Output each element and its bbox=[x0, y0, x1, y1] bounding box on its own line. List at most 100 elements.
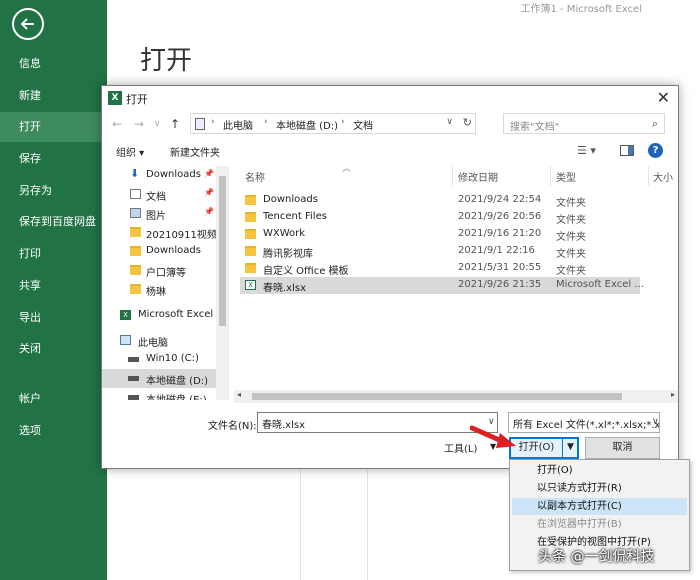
new-folder-button[interactable]: 新建文件夹 bbox=[170, 144, 220, 159]
excel-icon: X bbox=[120, 310, 131, 320]
tree-item-label: Downloads bbox=[146, 245, 201, 256]
menu-item-open[interactable]: 打开(O) bbox=[512, 462, 687, 479]
tree-item-drive-c[interactable]: Win10 (C:) bbox=[102, 350, 216, 369]
help-icon[interactable]: ? bbox=[648, 143, 663, 158]
annotation-arrow-icon bbox=[470, 425, 516, 448]
chevron-down-icon[interactable]: ∨ bbox=[154, 119, 161, 129]
scrollbar-thumb[interactable] bbox=[219, 176, 226, 326]
nav-save-to-baidu[interactable]: 保存到百度网盘 bbox=[0, 207, 107, 237]
file-date: 2021/9/26 21:35 bbox=[458, 279, 542, 290]
chevron-right-icon[interactable]: › bbox=[264, 117, 268, 127]
folder-icon bbox=[245, 195, 256, 205]
nav-save[interactable]: 保存 bbox=[0, 144, 107, 174]
file-row[interactable]: WXWork 2021/9/16 21:20 文件夹 bbox=[240, 226, 640, 243]
file-row[interactable]: X 春晓.xlsx 2021/9/26 21:35 Microsoft Exce… bbox=[240, 277, 644, 294]
tree-item-label: 户口簿等 bbox=[146, 268, 186, 279]
column-header-size[interactable]: 大小 bbox=[653, 169, 673, 184]
tree-item-pictures[interactable]: 图片 📌 bbox=[102, 204, 216, 223]
file-row[interactable]: Downloads 2021/9/24 22:54 文件夹 bbox=[240, 192, 640, 209]
menu-item-open-as-copy[interactable]: 以副本方式打开(C) bbox=[512, 498, 687, 515]
tree-item-drive-d[interactable]: 本地磁盘 (D:) bbox=[102, 369, 216, 388]
open-dialog: X 打开 ✕ ← → ∨ ↑ › 此电脑 › 本地磁盘 (D:) › 文档 ∨ … bbox=[101, 85, 679, 469]
chevron-down-icon[interactable]: ∨ bbox=[446, 117, 453, 127]
filename-input[interactable]: 春晓.xlsx bbox=[257, 412, 498, 433]
tree-item-label: 杨琳 bbox=[146, 287, 166, 298]
tree-item-downloads[interactable]: ⬇ Downloads 📌 bbox=[102, 166, 216, 185]
tree-item-label: Downloads bbox=[146, 169, 201, 180]
forward-arrow-icon[interactable]: → bbox=[134, 117, 144, 131]
column-divider[interactable] bbox=[550, 166, 551, 186]
dialog-titlebar[interactable]: X 打开 ✕ bbox=[102, 86, 678, 110]
open-button[interactable]: 打开(O) bbox=[511, 439, 563, 457]
breadcrumb-drive-d[interactable]: 本地磁盘 (D:) bbox=[276, 117, 338, 132]
breadcrumb-this-pc[interactable]: 此电脑 bbox=[223, 117, 253, 132]
file-row[interactable]: Tencent Files 2021/9/26 20:56 文件夹 bbox=[240, 209, 640, 226]
tree-item-downloads-folder[interactable]: Downloads bbox=[102, 242, 216, 261]
caret-down-icon[interactable]: ▼ bbox=[564, 439, 577, 457]
up-arrow-icon[interactable]: ↑ bbox=[170, 117, 180, 131]
column-divider[interactable] bbox=[648, 166, 649, 186]
file-type-filter[interactable]: 所有 Excel 文件(*.xl*;*.xlsx;*.xl bbox=[508, 412, 660, 433]
address-bar[interactable]: › 此电脑 › 本地磁盘 (D:) › 文档 ∨ ↻ bbox=[190, 113, 476, 134]
preview-pane-icon[interactable] bbox=[620, 145, 634, 156]
tree-item-this-pc[interactable]: 此电脑 bbox=[102, 331, 216, 350]
file-row[interactable]: 腾讯影视库 2021/9/1 22:16 文件夹 bbox=[240, 243, 640, 260]
open-split-button[interactable]: 打开(O) ▼ bbox=[509, 437, 579, 459]
chevron-right-icon[interactable]: › bbox=[211, 117, 215, 127]
tree-item-yanglin-folder[interactable]: 杨琳 bbox=[102, 280, 216, 299]
organize-button[interactable]: 组织 ▾ bbox=[116, 144, 144, 159]
tree-scrollbar[interactable] bbox=[216, 166, 229, 400]
picture-icon bbox=[130, 208, 141, 218]
chevron-down-icon[interactable]: ∨ bbox=[652, 417, 659, 427]
tree-item-drive-e[interactable]: 本地磁盘 (E:) bbox=[102, 388, 216, 400]
drive-icon bbox=[128, 376, 139, 381]
chevron-right-icon[interactable]: › bbox=[341, 117, 345, 127]
cancel-button[interactable]: 取消 bbox=[585, 437, 660, 459]
nav-options[interactable]: 选项 bbox=[0, 416, 107, 446]
scrollbar-thumb[interactable] bbox=[252, 393, 622, 400]
file-type: 文件夹 bbox=[556, 198, 586, 209]
nav-open[interactable]: 打开 bbox=[0, 112, 107, 142]
nav-share[interactable]: 共享 bbox=[0, 271, 107, 301]
pin-icon[interactable]: 📌 bbox=[204, 188, 214, 197]
tree-item-microsoft-excel[interactable]: X Microsoft Excel bbox=[102, 306, 216, 325]
tree-item-household-folder[interactable]: 户口簿等 bbox=[102, 261, 216, 280]
divider bbox=[300, 470, 301, 580]
column-header-type[interactable]: 类型 bbox=[556, 169, 576, 184]
nav-export[interactable]: 导出 bbox=[0, 303, 107, 333]
refresh-icon[interactable]: ↻ bbox=[463, 116, 472, 129]
chevron-right-icon[interactable]: ▸ bbox=[671, 390, 675, 399]
menu-item-open-read-only[interactable]: 以只读方式打开(R) bbox=[512, 480, 687, 497]
column-header-name[interactable]: 名称 bbox=[245, 169, 265, 184]
search-box[interactable]: 搜索"文档" ⌕ bbox=[503, 113, 665, 134]
back-button[interactable] bbox=[12, 8, 44, 40]
view-options-icon[interactable]: ☰ ▾ bbox=[577, 144, 596, 157]
chevron-left-icon[interactable]: ◂ bbox=[237, 390, 241, 399]
nav-save-as[interactable]: 另存为 bbox=[0, 176, 107, 206]
tree-item-label: 文档 bbox=[146, 192, 166, 203]
file-type: 文件夹 bbox=[556, 266, 586, 277]
folder-icon bbox=[245, 229, 256, 239]
close-icon[interactable]: ✕ bbox=[657, 88, 670, 107]
tree-item-documents[interactable]: 文档 📌 bbox=[102, 185, 216, 204]
search-icon[interactable]: ⌕ bbox=[652, 117, 658, 131]
nav-account[interactable]: 帐户 bbox=[0, 384, 107, 414]
tree-item-label: 20210911视频 bbox=[146, 230, 217, 241]
column-header-date[interactable]: 修改日期 bbox=[458, 169, 498, 184]
nav-close[interactable]: 关闭 bbox=[0, 334, 107, 364]
drive-icon bbox=[128, 395, 139, 400]
pin-icon[interactable]: 📌 bbox=[204, 207, 214, 216]
nav-new[interactable]: 新建 bbox=[0, 81, 107, 111]
arrow-left-icon bbox=[20, 18, 34, 30]
pin-icon[interactable]: 📌 bbox=[204, 169, 214, 178]
breadcrumb-documents[interactable]: 文档 bbox=[353, 117, 373, 132]
document-icon bbox=[130, 189, 141, 199]
column-divider[interactable] bbox=[452, 166, 453, 186]
file-date: 2021/9/16 21:20 bbox=[458, 228, 542, 239]
nav-print[interactable]: 打印 bbox=[0, 239, 107, 269]
horizontal-scrollbar[interactable]: ◂ ▸ bbox=[234, 390, 678, 403]
file-row[interactable]: 自定义 Office 模板 2021/5/31 20:55 文件夹 bbox=[240, 260, 640, 277]
back-arrow-icon[interactable]: ← bbox=[112, 117, 122, 131]
tree-item-video-folder[interactable]: 20210911视频 bbox=[102, 223, 217, 242]
nav-info[interactable]: 信息 bbox=[0, 49, 107, 79]
